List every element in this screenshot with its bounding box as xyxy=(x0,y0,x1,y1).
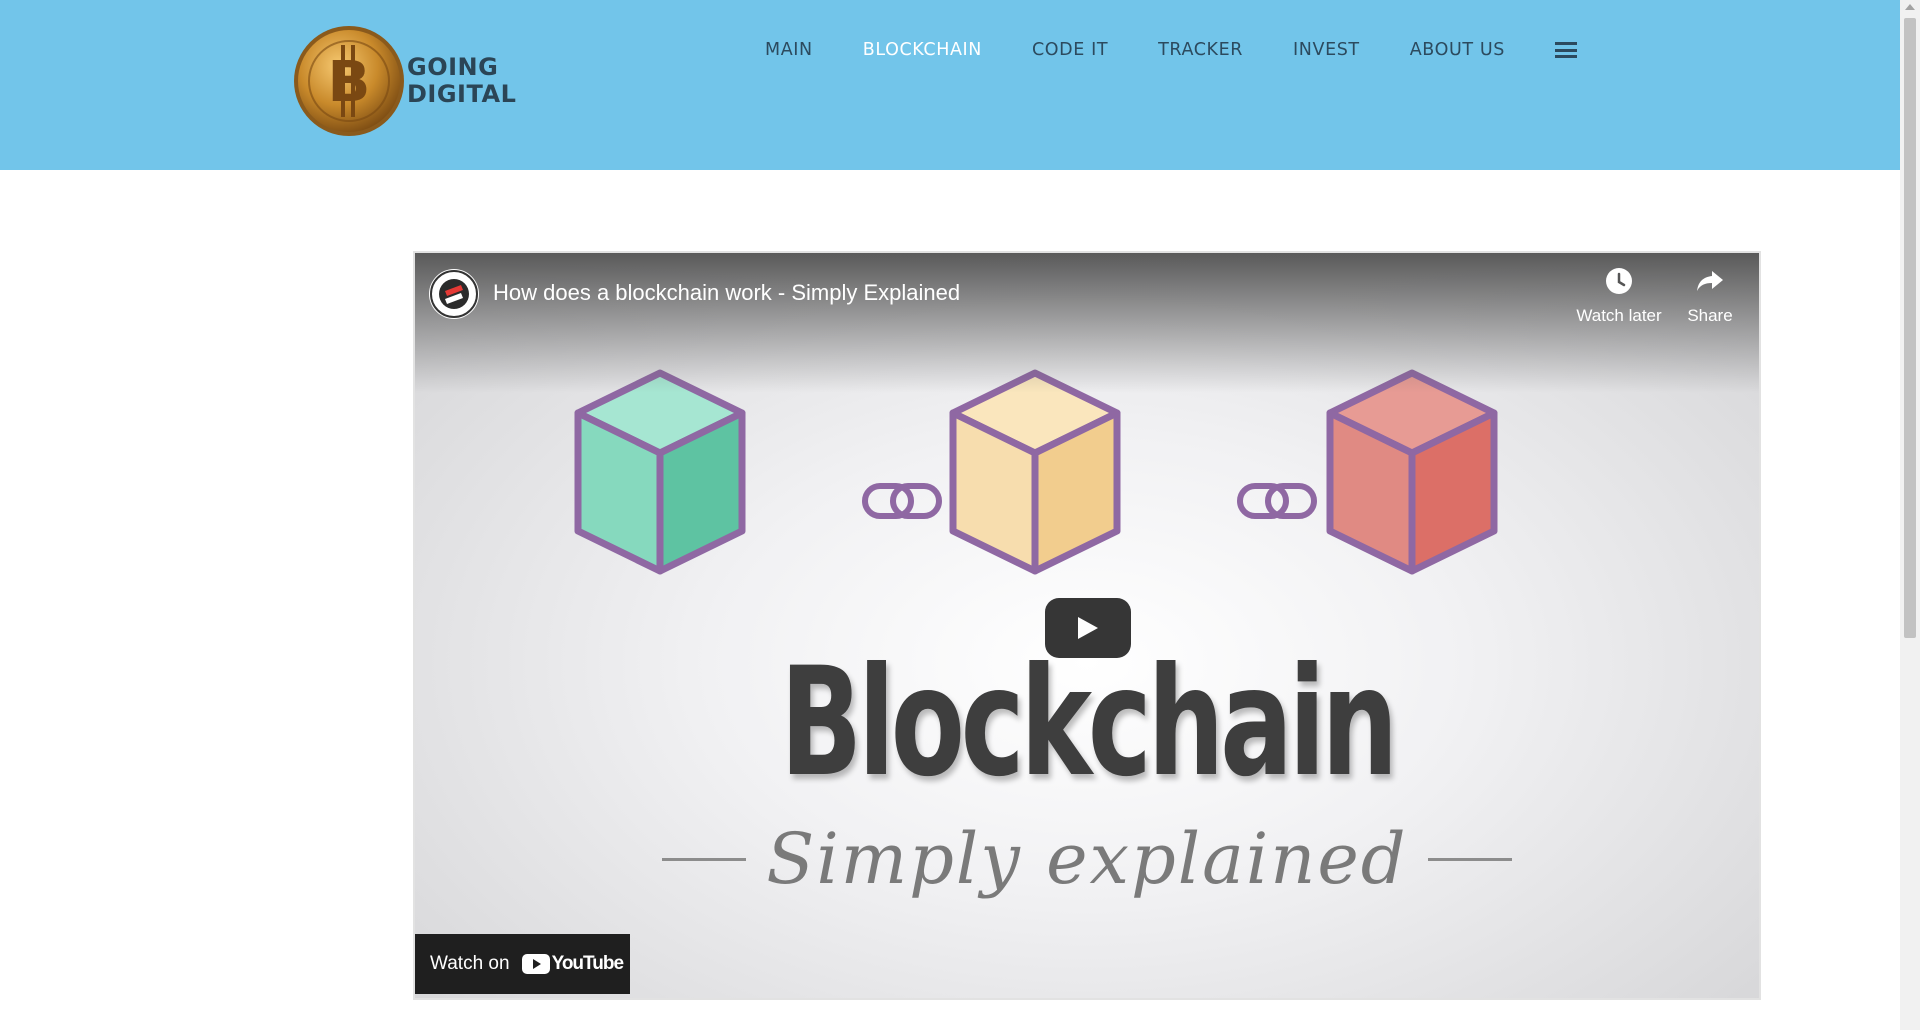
youtube-play-icon xyxy=(521,954,550,974)
watch-on-youtube-button[interactable]: Watch on YouTube xyxy=(415,934,630,994)
chain-link-icon-2 xyxy=(1237,483,1317,519)
thumbnail-headline: Blockchain xyxy=(780,636,1398,810)
channel-avatar-icon[interactable] xyxy=(429,269,479,319)
cube-green-icon xyxy=(574,369,746,575)
share-label: Share xyxy=(1687,306,1733,325)
main-nav: MAIN BLOCKCHAIN CODE IT TRACKER INVEST A… xyxy=(765,38,1577,62)
video-title[interactable]: How does a blockchain work - Simply Expl… xyxy=(493,280,960,306)
chain-link-icon-1 xyxy=(862,483,942,519)
youtube-wordmark: YouTube xyxy=(551,953,624,974)
nav-item-code-it[interactable]: CODE IT xyxy=(1032,38,1108,62)
page-scrollbar[interactable] xyxy=(1900,0,1920,1030)
nav-item-about-us[interactable]: ABOUT US xyxy=(1410,38,1505,62)
brand-line-2: DIGITAL xyxy=(407,80,517,108)
watch-on-label: Watch on xyxy=(430,953,510,974)
scroll-thumb[interactable] xyxy=(1904,18,1916,638)
divider-right xyxy=(1427,857,1512,861)
site-header: B GOING DIGITAL MAIN BLOCKCHAIN CODE IT … xyxy=(0,0,1900,170)
clock-icon xyxy=(1606,268,1632,294)
watch-later-label: Watch later xyxy=(1576,306,1662,325)
nav-item-tracker[interactable]: TRACKER xyxy=(1158,38,1243,62)
youtube-embed[interactable]: How does a blockchain work - Simply Expl… xyxy=(413,251,1761,1000)
thumbnail-subline-text: Simply explained xyxy=(766,818,1408,900)
brand-line-1: GOING xyxy=(407,53,499,81)
share-button[interactable]: Share xyxy=(1675,267,1745,326)
youtube-logo: YouTube xyxy=(521,953,624,975)
site-logo[interactable]: B GOING DIGITAL xyxy=(293,25,516,137)
share-arrow-icon xyxy=(1697,271,1723,291)
cube-yellow-icon xyxy=(949,369,1121,575)
nav-item-invest[interactable]: INVEST xyxy=(1293,38,1360,62)
watch-later-button[interactable]: Watch later xyxy=(1560,267,1678,326)
thumbnail-subline: Simply explained xyxy=(415,818,1759,900)
bitcoin-coin-icon: B xyxy=(294,26,404,136)
hamburger-menu-icon[interactable] xyxy=(1554,42,1577,58)
brand-name: GOING DIGITAL xyxy=(407,54,516,108)
divider-left xyxy=(662,857,747,861)
svg-text:B: B xyxy=(328,50,371,115)
scroll-up-arrow-icon[interactable] xyxy=(1905,4,1915,10)
nav-item-main[interactable]: MAIN xyxy=(765,38,813,62)
cube-red-icon xyxy=(1326,369,1498,575)
nav-item-blockchain[interactable]: BLOCKCHAIN xyxy=(863,38,982,62)
video-title-bar xyxy=(415,253,1759,393)
